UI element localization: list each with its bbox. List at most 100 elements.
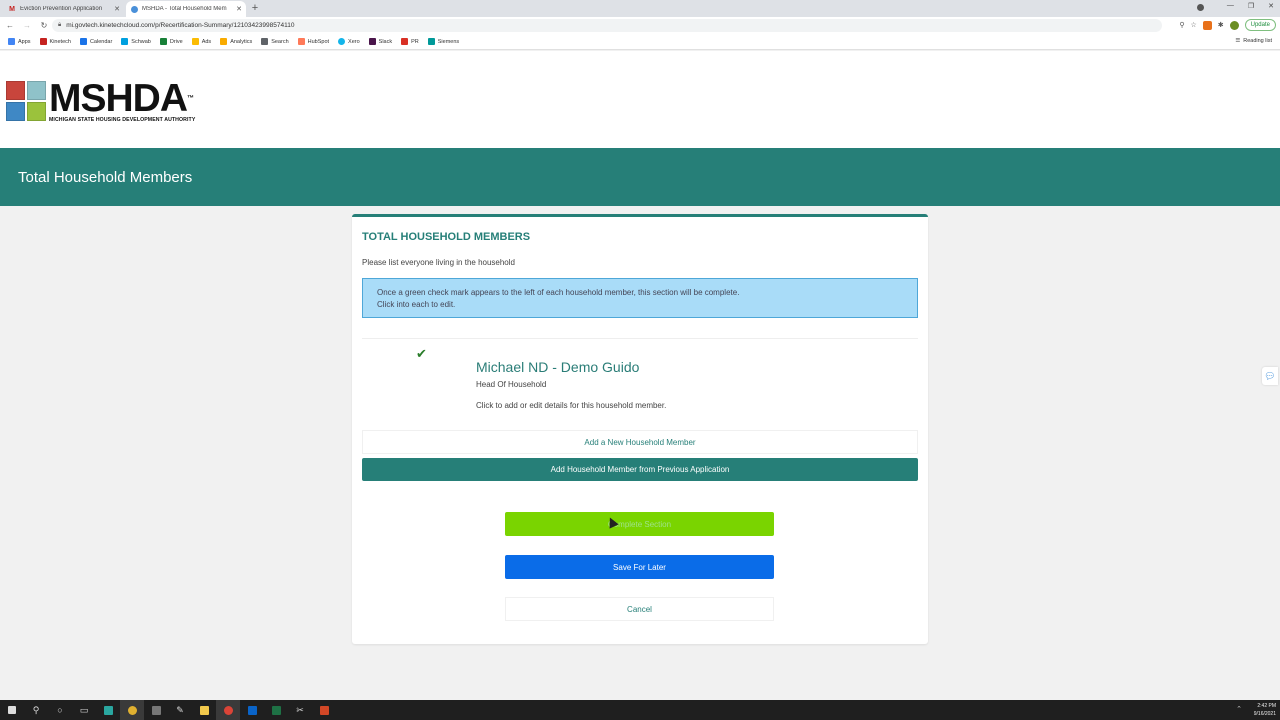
minimize-icon[interactable]: — [1227, 2, 1234, 10]
bookmark-schwab[interactable]: Schwab [121, 38, 151, 45]
new-tab-button[interactable]: + [249, 2, 261, 14]
bookmark-label: Calendar [89, 38, 113, 45]
lock-icon[interactable]: 🔒︎ [58, 22, 61, 29]
update-button[interactable]: Update [1244, 19, 1276, 31]
clock-time: 2:42 PM [1257, 703, 1276, 709]
household-card: TOTAL HOUSEHOLD MEMBERS Please list ever… [352, 214, 928, 644]
system-tray-icon[interactable]: ⌃ [1236, 705, 1242, 713]
powerpoint-icon[interactable] [312, 700, 336, 720]
save-for-later-button[interactable]: Save For Later [505, 555, 774, 579]
puzzle-icon[interactable]: ✱ [1218, 21, 1224, 29]
maximize-icon[interactable]: ❐ [1248, 2, 1254, 10]
windows-start-icon[interactable] [0, 700, 24, 720]
card-subheading: Please list everyone living in the house… [362, 258, 515, 267]
check-icon: ✔ [416, 346, 427, 361]
chrome-taskbar-icon[interactable] [120, 700, 144, 720]
card-heading: TOTAL HOUSEHOLD MEMBERS [362, 231, 531, 243]
address-bar[interactable]: 🔒︎ mi.govtech.kinetechcloud.com/p/Recert… [52, 19, 1162, 32]
cortana-icon[interactable]: ○ [48, 700, 72, 720]
forward-icon[interactable]: → [20, 19, 34, 33]
siemens-icon [427, 38, 435, 45]
bookmark-apps[interactable]: Apps [8, 38, 31, 45]
complete-section-button[interactable]: Complete Section [505, 512, 774, 536]
search-icon [261, 38, 269, 45]
reading-list-icon: ☰ [1235, 38, 1241, 44]
file-explorer-icon[interactable] [192, 700, 216, 720]
bookmark-label: Slack [378, 38, 393, 45]
info-alert: Once a green check mark appears to the l… [362, 278, 918, 318]
add-previous-member-button[interactable]: Add Household Member from Previous Appli… [362, 458, 918, 481]
bookmark-hubspot[interactable]: HubSpot [297, 38, 330, 45]
reload-icon[interactable]: ↻ [37, 19, 51, 33]
bookmark-analytics[interactable]: Analytics [220, 38, 252, 45]
extension-icon[interactable] [1202, 20, 1212, 30]
bookmark-label: PR [411, 38, 419, 45]
bookmark-drive[interactable]: Drive [159, 38, 183, 45]
member-hint: Click to add or edit details for this ho… [476, 401, 667, 410]
close-icon[interactable]: ✕ [236, 5, 242, 13]
bookmark-siemens[interactable]: Siemens [427, 38, 460, 45]
apps-grid-icon [8, 38, 15, 45]
cancel-button[interactable]: Cancel [505, 597, 774, 621]
star-icon[interactable]: ☆ [1190, 21, 1196, 29]
ads-icon [191, 38, 199, 45]
browser-tab-mshda[interactable]: MSHDA - Total Household Mem ✕ [126, 1, 246, 17]
bookmark-pr[interactable]: PR [401, 38, 419, 45]
calculator-icon[interactable] [144, 700, 168, 720]
avatar[interactable] [1229, 20, 1239, 30]
profile-icon[interactable] [1197, 4, 1204, 11]
bookmark-label: Schwab [131, 38, 151, 45]
excel-icon[interactable] [264, 700, 288, 720]
taskbar-clock[interactable]: 2:42 PM 9/16/2021 [1254, 702, 1276, 718]
kinetech-icon [39, 38, 47, 45]
bookmark-label: Siemens [437, 38, 460, 45]
info-line-2: Click into each to edit. [377, 300, 456, 309]
outlook-icon[interactable] [240, 700, 264, 720]
xero-icon [338, 38, 346, 45]
page-title: Total Household Members [18, 168, 193, 186]
logo-tile [6, 81, 25, 100]
reading-list-button[interactable]: ☰ Reading list [1235, 38, 1272, 44]
chat-widget-icon[interactable]: 💬︎ [1262, 367, 1278, 385]
taskbar: ⚲ ○ ▭ ✎ ✂ ⌃ 2:42 PM 9/16/2021 [0, 700, 1280, 720]
task-view-icon[interactable]: ▭ [72, 700, 96, 720]
page-banner: Total Household Members [0, 148, 1280, 206]
pr-icon [401, 38, 409, 45]
logo-text: MSHDA™ MICHIGAN STATE HOUSING DEVELOPMEN… [49, 79, 195, 123]
logo-tiles-icon [6, 81, 46, 121]
bookmark-label: Drive [169, 38, 183, 45]
app-icon[interactable] [96, 700, 120, 720]
snip-icon[interactable]: ✂ [288, 700, 312, 720]
bookmark-ads[interactable]: Ads [191, 38, 211, 45]
slack-icon [368, 38, 376, 45]
logo-tile [27, 102, 46, 121]
bookmark-label: HubSpot [307, 38, 330, 45]
analytics-icon [220, 38, 228, 45]
add-new-member-button[interactable]: Add a New Household Member [362, 430, 918, 454]
bookmark-search[interactable]: Search [261, 38, 289, 45]
member-name: Michael ND - Demo Guido [476, 359, 640, 375]
logo-tile [27, 81, 46, 100]
bookmark-label: Kinetech [49, 38, 71, 45]
browser-tabstrip: M Eviction Prevention Application ✕ MSHD… [0, 0, 1280, 17]
close-icon[interactable]: ✕ [114, 5, 120, 13]
household-member-item[interactable]: ✔ Michael ND - Demo Guido Head Of Househ… [362, 339, 918, 425]
search-icon[interactable]: ⚲ [24, 700, 48, 720]
bookmarks-bar: Apps Kinetech Calendar Schwab Drive Ads … [0, 34, 1280, 50]
bookmark-slack[interactable]: Slack [368, 38, 393, 45]
bookmark-label: Xero [348, 38, 360, 45]
chrome-active-icon[interactable] [216, 700, 240, 720]
back-icon[interactable]: ← [3, 19, 17, 33]
gmail-icon: M [9, 5, 15, 13]
zoom-icon[interactable]: ⚲ [1179, 21, 1184, 29]
info-line-1: Once a green check mark appears to the l… [377, 288, 740, 297]
close-window-icon[interactable]: ✕ [1268, 2, 1274, 10]
bookmark-kinetech[interactable]: Kinetech [39, 38, 71, 45]
page-header: MSHDA™ MICHIGAN STATE HOUSING DEVELOPMEN… [0, 51, 1280, 148]
bookmark-xero[interactable]: Xero [338, 38, 360, 45]
url-text: mi.govtech.kinetechcloud.com/p/Recertifi… [66, 22, 295, 29]
mshda-logo[interactable]: MSHDA™ MICHIGAN STATE HOUSING DEVELOPMEN… [6, 79, 195, 123]
browser-tab-eviction[interactable]: M Eviction Prevention Application ✕ [4, 1, 124, 17]
pen-app-icon[interactable]: ✎ [168, 700, 192, 720]
bookmark-calendar[interactable]: Calendar [79, 38, 113, 45]
